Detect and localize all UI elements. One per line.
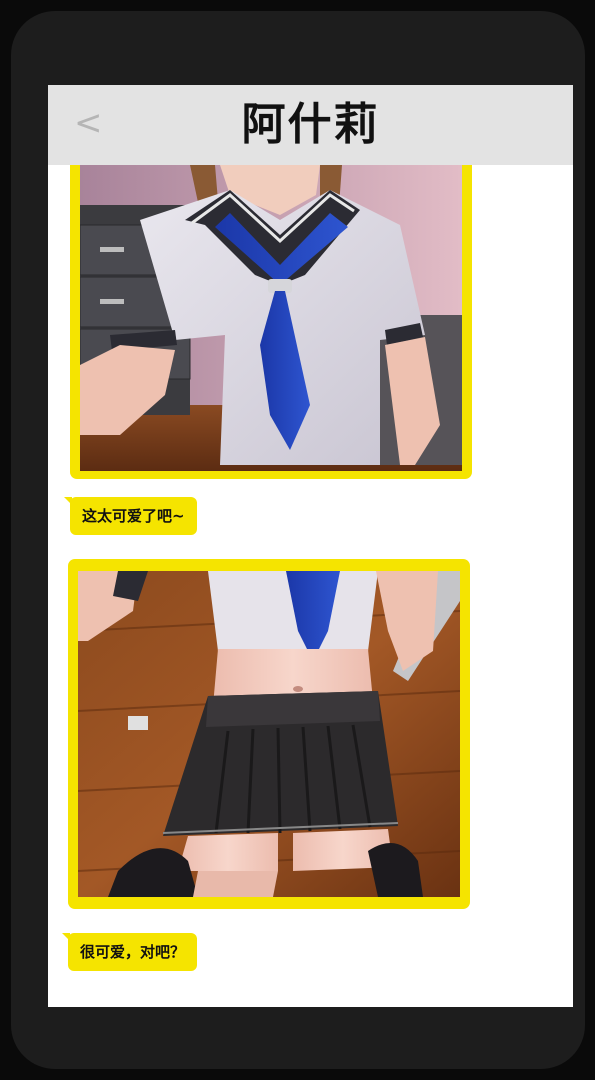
photo-uniform-skirt <box>78 571 460 897</box>
chat-bubble-2[interactable]: 很可爱，对吧？ <box>62 933 198 971</box>
chat-photo-1[interactable] <box>70 155 472 479</box>
bubble-tail <box>64 497 72 505</box>
chat-photo-2[interactable] <box>68 559 470 909</box>
phone-frame: < 阿什莉 这太可爱了吧~ 很可爱，对吧？ <box>11 11 585 1069</box>
photo-uniform-top <box>80 165 462 471</box>
chat-bubble-1[interactable]: 这太可爱了吧~ <box>64 497 197 535</box>
chat-header: < 阿什莉 <box>48 85 573 165</box>
chat-screen: < 阿什莉 这太可爱了吧~ 很可爱，对吧？ <box>48 85 573 1007</box>
contact-name-title: 阿什莉 <box>241 99 380 150</box>
bubble-text: 很可爱，对吧？ <box>80 943 186 961</box>
bubble-tail <box>62 933 70 941</box>
bubble-text: 这太可爱了吧~ <box>82 507 185 525</box>
